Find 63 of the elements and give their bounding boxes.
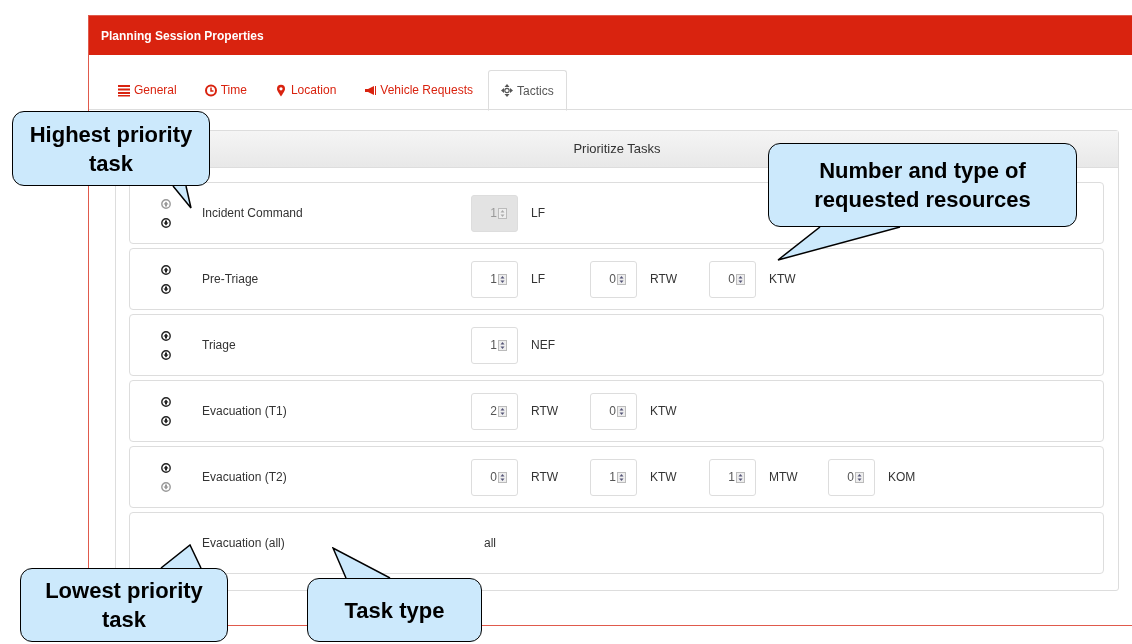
number-field[interactable]: 1 xyxy=(590,458,637,496)
task-name: Evacuation (T2) xyxy=(202,469,288,486)
tab[interactable]: Vehicle Requests xyxy=(351,70,487,110)
move-up-icon[interactable] xyxy=(161,462,171,473)
spinner-icon[interactable] xyxy=(736,273,745,285)
number-field[interactable]: 2 xyxy=(471,392,518,430)
number-field[interactable]: 0 xyxy=(709,260,756,298)
task-name: Incident Command xyxy=(202,205,304,222)
number-field[interactable]: 1 xyxy=(471,326,518,364)
resource-type: RTW xyxy=(531,403,559,420)
task-name: Triage xyxy=(202,337,237,354)
number-field: 1 xyxy=(471,194,518,232)
resource-type: NEF xyxy=(531,337,555,354)
number-field[interactable]: 1 xyxy=(709,458,756,496)
spinner-icon[interactable] xyxy=(498,273,507,285)
move-down-icon[interactable] xyxy=(161,415,171,426)
number-field[interactable]: 0 xyxy=(471,458,518,496)
move-up-icon[interactable] xyxy=(161,264,171,275)
move-down-icon[interactable] xyxy=(161,283,171,294)
map-marker-icon xyxy=(274,83,287,97)
callout-pointer xyxy=(332,547,391,578)
resource-type: KOM xyxy=(888,469,916,486)
spinner-icon[interactable] xyxy=(617,405,626,417)
dialog-title: Planning Session Properties xyxy=(89,16,1132,55)
clock-icon xyxy=(204,83,217,97)
resource-type: RTW xyxy=(531,469,559,486)
spinner-icon[interactable] xyxy=(736,471,745,483)
spinner-icon[interactable] xyxy=(617,273,626,285)
spinner-icon[interactable] xyxy=(498,471,507,483)
resource-type: KTW xyxy=(650,469,677,486)
task-name: Evacuation (T1) xyxy=(202,403,288,420)
number-field[interactable]: 0 xyxy=(590,392,637,430)
resource-type: KTW xyxy=(769,271,796,288)
number-field[interactable]: 1 xyxy=(471,260,518,298)
number-field[interactable]: 0 xyxy=(828,458,875,496)
tab[interactable]: Tactics xyxy=(488,70,567,111)
list-icon xyxy=(118,83,130,97)
spinner-icon xyxy=(498,207,507,219)
resource-type: LF xyxy=(531,205,545,222)
tab[interactable]: General xyxy=(105,70,190,110)
callout-pointer xyxy=(172,186,192,209)
move-down-icon[interactable] xyxy=(161,349,171,360)
move-up-icon[interactable] xyxy=(161,330,171,341)
resource-type: KTW xyxy=(650,403,677,420)
tab[interactable]: Location xyxy=(261,70,350,110)
tab[interactable]: Time xyxy=(191,70,260,110)
spinner-icon[interactable] xyxy=(498,339,507,351)
spinner-icon[interactable] xyxy=(855,471,864,483)
resource-type: RTW xyxy=(650,271,678,288)
resource-type: LF xyxy=(531,271,545,288)
resource-text: all xyxy=(484,535,496,552)
number-field[interactable]: 0 xyxy=(590,260,637,298)
spinner-icon[interactable] xyxy=(617,471,626,483)
callout-pointer xyxy=(160,544,202,568)
move-up-icon[interactable] xyxy=(161,396,171,407)
callout: Highest priority task xyxy=(12,111,210,186)
move-icon xyxy=(501,84,514,97)
megaphone-icon xyxy=(364,83,377,97)
task-name: Pre-Triage xyxy=(202,271,260,288)
spinner-icon[interactable] xyxy=(498,405,507,417)
move-down-icon[interactable] xyxy=(161,217,171,228)
task-name: Evacuation (all) xyxy=(202,535,286,552)
resource-type: MTW xyxy=(769,469,798,486)
